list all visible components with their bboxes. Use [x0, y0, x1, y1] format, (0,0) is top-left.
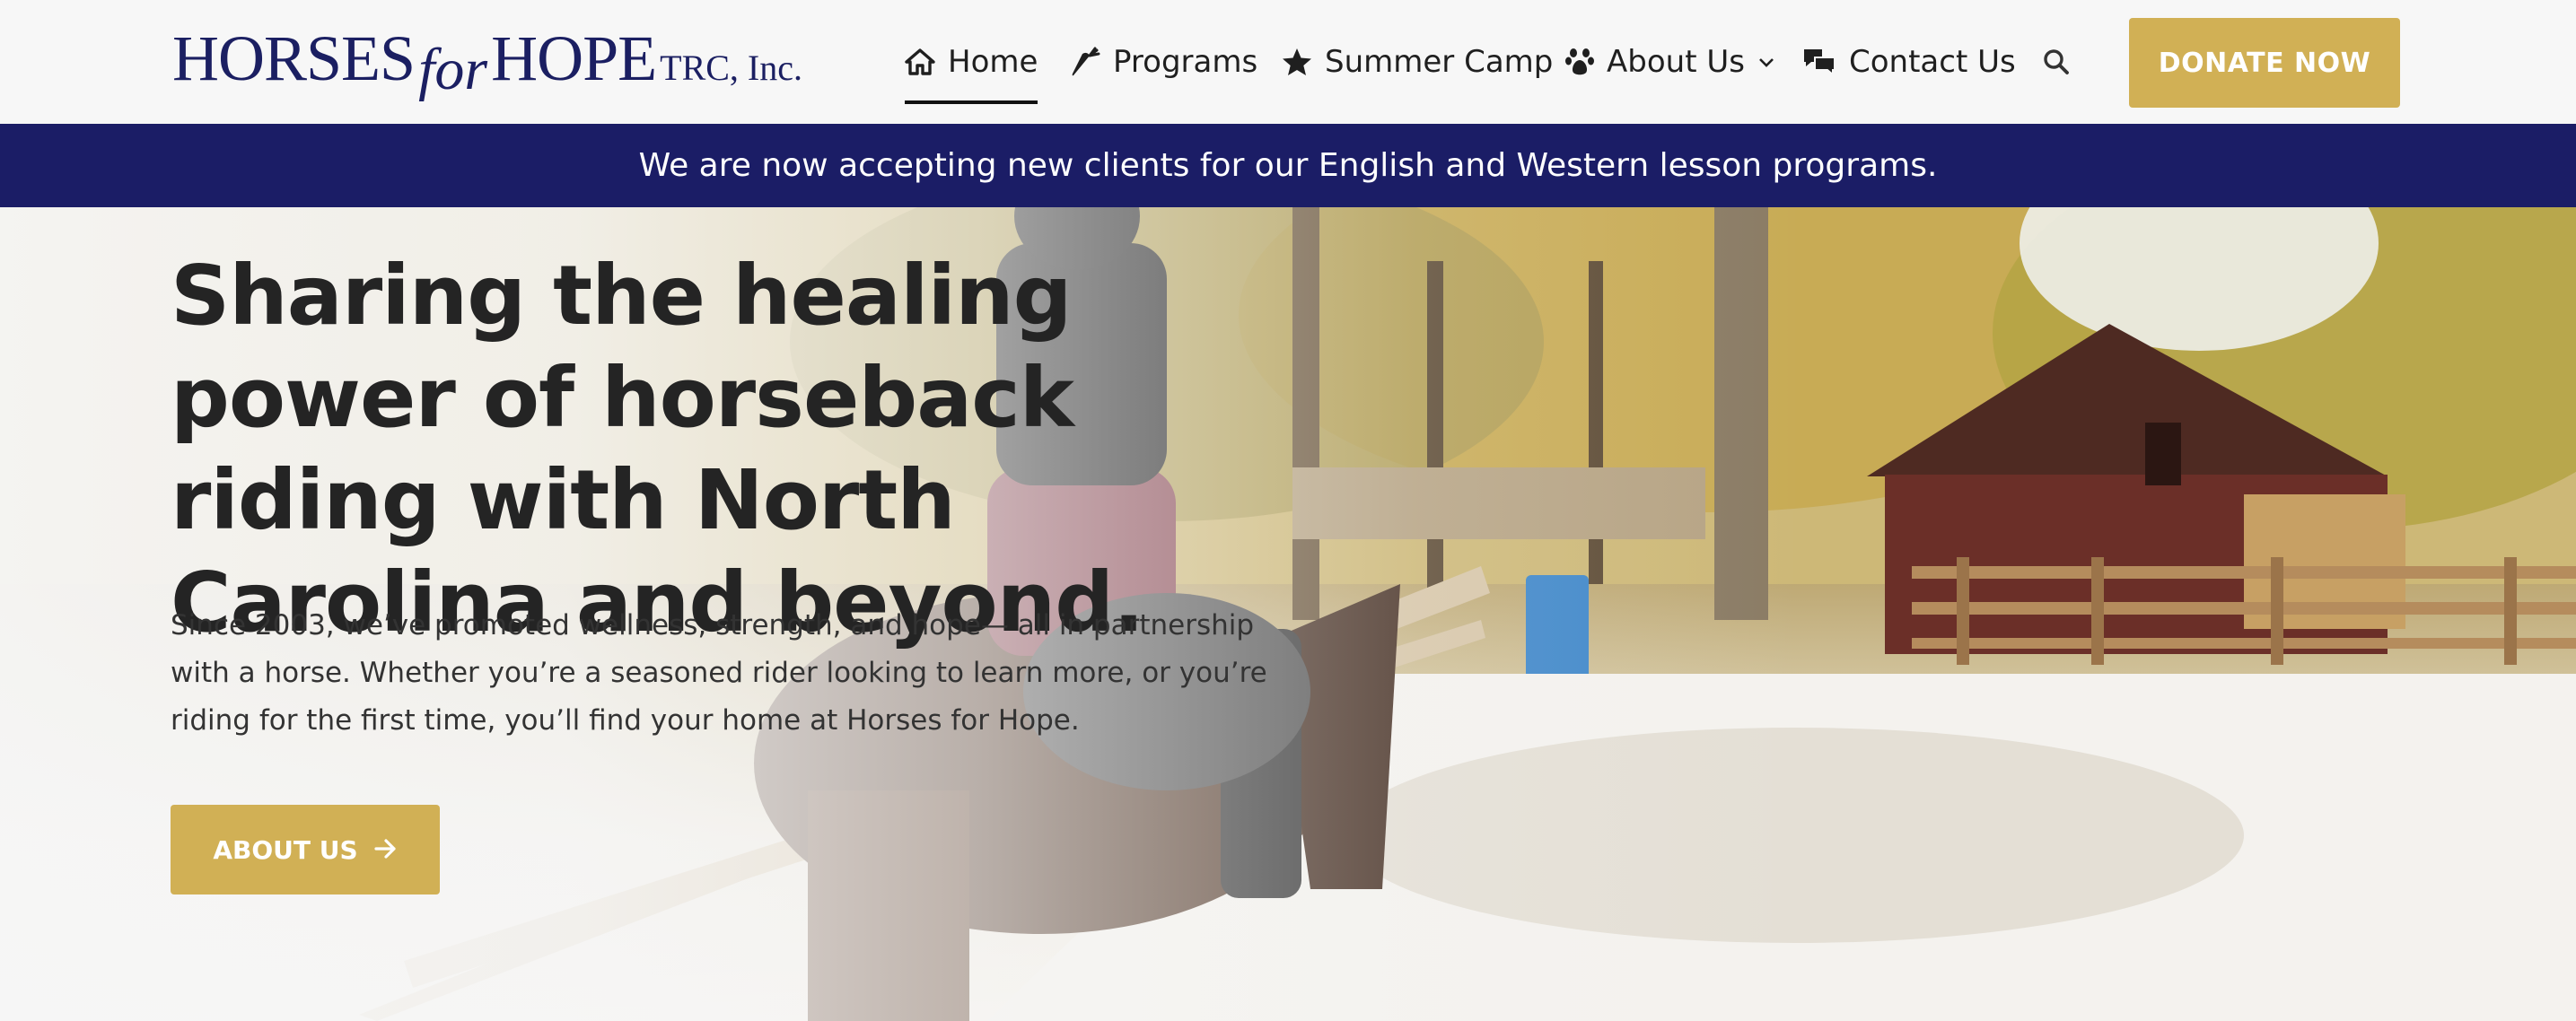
logo-word-hope: HOPE [491, 22, 657, 94]
paw-icon [1565, 48, 1594, 76]
comments-icon [1802, 47, 1836, 77]
nav-item-summer-camp[interactable]: Summer Camp [1282, 0, 1553, 124]
logo-suffix: TRC, Inc. [660, 48, 803, 88]
donate-button[interactable]: DONATE NOW [2129, 18, 2400, 108]
search-button[interactable] [2041, 47, 2072, 77]
nav-item-contact-us[interactable]: Contact Us [1802, 0, 2016, 124]
carrot-icon [1070, 47, 1100, 77]
hero-section: Sharing the healing power of horseback r… [0, 207, 2576, 1021]
home-icon [905, 48, 935, 75]
nav-item-label: Programs [1113, 44, 1258, 80]
logo-word-for: for [418, 37, 488, 102]
hero-headline: Sharing the healing power of horseback r… [171, 248, 1144, 650]
announcement-banner: We are now accepting new clients for our… [0, 124, 2576, 207]
nav-item-about-us[interactable]: About Us [1565, 0, 1775, 124]
chevron-down-icon [1757, 56, 1775, 68]
site-logo[interactable]: HORSES for HOPE TRC, Inc. [172, 20, 803, 102]
announcement-text: We are now accepting new clients for our… [638, 147, 1938, 184]
search-icon [2041, 49, 2072, 81]
site-header: HORSES for HOPE TRC, Inc. Home Programs … [0, 0, 2576, 124]
nav-item-label: Contact Us [1849, 44, 2016, 80]
hero-paragraph: Since 2003, we’ve promoted wellness, str… [171, 609, 1267, 737]
nav-item-label: About Us [1607, 44, 1745, 80]
nav-item-home[interactable]: Home [905, 0, 1038, 124]
star-icon [1282, 48, 1312, 76]
nav-item-label: Summer Camp [1325, 44, 1554, 80]
nav-item-programs[interactable]: Programs [1070, 0, 1257, 124]
logo-word-horses: HORSES [172, 22, 416, 94]
arrow-right-icon [374, 835, 398, 865]
about-us-button[interactable]: ABOUT US [171, 805, 440, 894]
about-us-button-label: ABOUT US [213, 834, 358, 865]
nav-item-label: Home [948, 44, 1038, 80]
